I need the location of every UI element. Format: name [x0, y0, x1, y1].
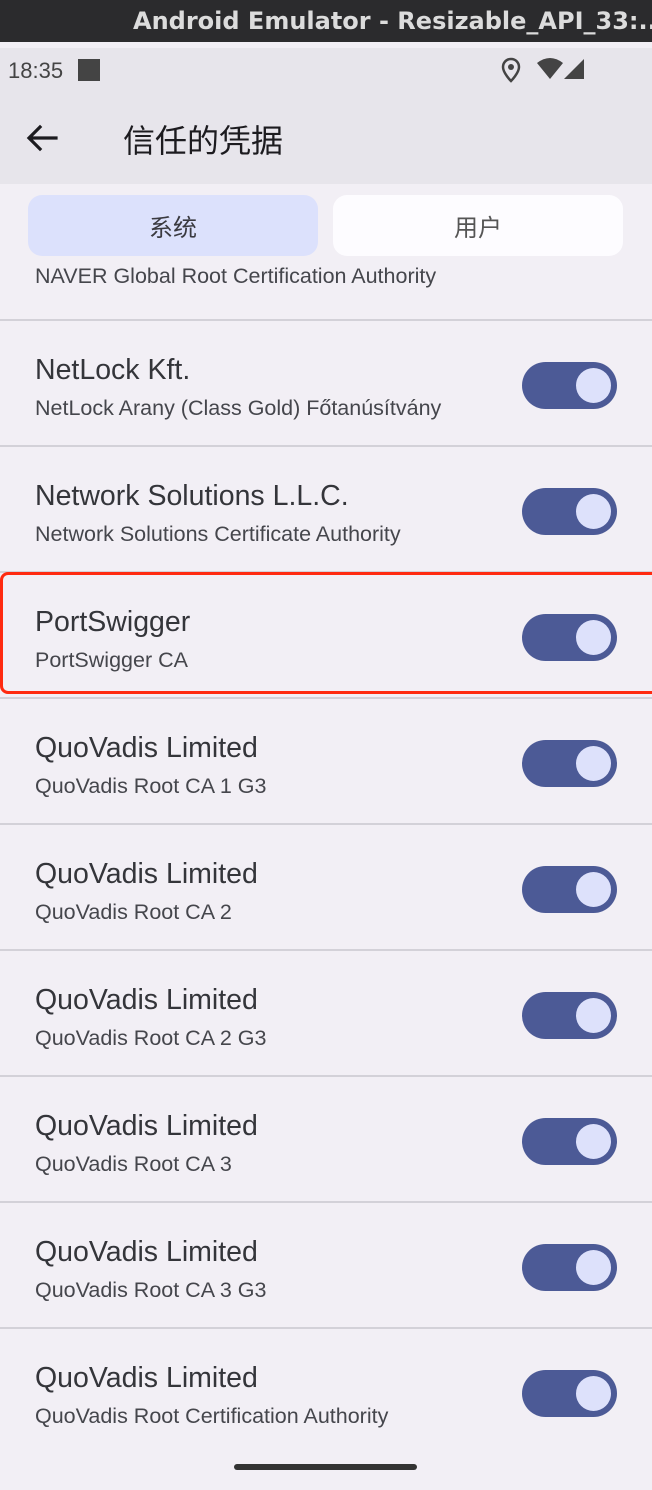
tab-user[interactable]: 用户 [333, 195, 623, 256]
certificate-subtitle: Network Solutions Certificate Authority [35, 522, 401, 546]
notification-icon [78, 59, 100, 81]
certificate-row[interactable]: QuoVadis Limited QuoVadis Root CA 2 [0, 825, 652, 949]
window-title-bar: Android Emulator - Resizable_API_33:... [0, 0, 652, 42]
certificate-enabled-toggle[interactable] [522, 992, 617, 1039]
certificate-enabled-toggle[interactable] [522, 1370, 617, 1417]
tab-bar: 系统 用户 [0, 184, 652, 264]
certificate-enabled-toggle[interactable] [522, 1244, 617, 1291]
certificate-row[interactable]: QuoVadis Limited QuoVadis Root CA 1 G3 [0, 699, 652, 823]
certificate-row[interactable]: QuoVadis Limited QuoVadis Root CA 3 [0, 1077, 652, 1201]
window-title: Android Emulator - Resizable_API_33:... [133, 7, 652, 35]
certificate-subtitle: NetLock Arany (Class Gold) Főtanúsítvány [35, 396, 442, 420]
certificate-enabled-toggle[interactable] [522, 740, 617, 787]
tab-system[interactable]: 系统 [28, 195, 318, 256]
certificate-enabled-toggle[interactable] [522, 362, 617, 409]
status-time: 18:35 [8, 58, 64, 83]
highlight-box [0, 572, 652, 694]
certificate-row[interactable]: Network Solutions L.L.C. Network Solution… [0, 447, 652, 571]
certificate-enabled-toggle[interactable] [522, 1118, 617, 1165]
wifi-icon [537, 58, 563, 79]
certificate-subtitle: QuoVadis Root CA 3 G3 [35, 1278, 267, 1302]
certificate-enabled-toggle[interactable] [522, 488, 617, 535]
gesture-nav-bar[interactable] [234, 1464, 417, 1470]
certificate-subtitle: QuoVadis Root CA 3 [35, 1152, 232, 1176]
toggle-knob [576, 746, 611, 781]
toggle-knob [576, 1376, 611, 1411]
toggle-knob [576, 494, 611, 529]
toggle-knob [576, 998, 611, 1033]
certificate-title: QuoVadis Limited [35, 1110, 258, 1142]
certificate-title: QuoVadis Limited [35, 858, 258, 890]
certificate-row[interactable]: QuoVadis Limited QuoVadis Root CA 2 G3 [0, 951, 652, 1075]
app-bar: 信任的凭据 [0, 92, 652, 184]
toggle-knob [576, 1250, 611, 1285]
back-arrow-icon[interactable] [22, 118, 62, 158]
certificate-title: NetLock Kft. [35, 354, 191, 386]
toggle-knob [576, 368, 611, 403]
certificate-title: QuoVadis Limited [35, 1236, 258, 1268]
signal-icon [564, 59, 584, 79]
certificate-subtitle: QuoVadis Root CA 1 G3 [35, 774, 267, 798]
partial-list-item-subtitle: NAVER Global Root Certification Authorit… [35, 264, 437, 288]
page-title: 信任的凭据 [123, 122, 284, 160]
certificate-title: QuoVadis Limited [35, 984, 258, 1016]
certificate-enabled-toggle[interactable] [522, 866, 617, 913]
certificate-row[interactable]: QuoVadis Limited QuoVadis Root Certificat… [0, 1329, 652, 1453]
certificate-row[interactable]: NetLock Kft. NetLock Arany (Class Gold) F… [0, 321, 652, 445]
certificate-title: QuoVadis Limited [35, 1362, 258, 1394]
toggle-knob [576, 872, 611, 907]
certificate-row[interactable]: QuoVadis Limited QuoVadis Root CA 3 G3 [0, 1203, 652, 1327]
toggle-knob [576, 1124, 611, 1159]
certificate-subtitle: QuoVadis Root Certification Authority [35, 1404, 389, 1428]
certificate-title: QuoVadis Limited [35, 732, 258, 764]
certificate-title: Network Solutions L.L.C. [35, 480, 349, 512]
status-bar: 18:35 [0, 48, 652, 92]
location-icon [501, 57, 521, 83]
certificate-subtitle: QuoVadis Root CA 2 G3 [35, 1026, 267, 1050]
certificate-subtitle: QuoVadis Root CA 2 [35, 900, 232, 924]
